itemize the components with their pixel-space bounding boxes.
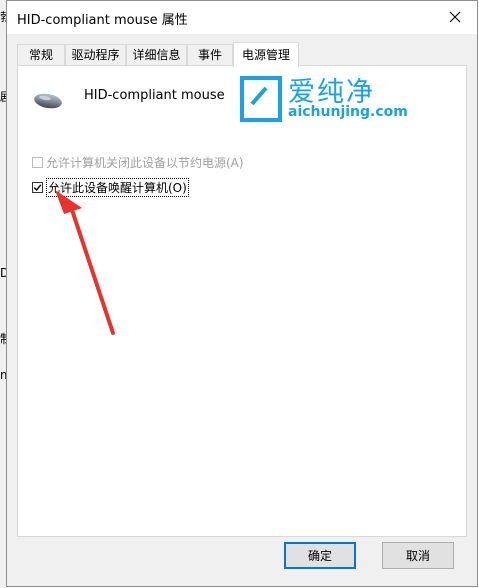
title-bar[interactable]: HID-compliant mouse 属性 xyxy=(7,1,477,34)
watermark: 爱纯净 aichunjing.com xyxy=(230,68,410,128)
watermark-logo-icon xyxy=(240,76,282,122)
tab-details[interactable]: 详细信息 xyxy=(126,44,187,66)
option-allow-power-off: 允许计算机关闭此设备以节约电源(A) xyxy=(32,154,244,171)
close-button[interactable] xyxy=(433,1,477,33)
allow-power-off-checkbox[interactable] xyxy=(32,157,43,168)
allow-power-off-label: 允许计算机关闭此设备以节约电源(A) xyxy=(46,156,244,170)
focus-outline: 允许此设备唤醒计算机(O) xyxy=(46,178,189,197)
mouse-icon xyxy=(34,93,62,109)
device-name: HID-compliant mouse xyxy=(84,88,225,103)
window-title: HID-compliant mouse 属性 xyxy=(17,13,188,28)
option-allow-wake: 允许此设备唤醒计算机(O) xyxy=(32,178,189,197)
tab-power-management[interactable]: 电源管理 xyxy=(233,42,299,67)
tab-events[interactable]: 事件 xyxy=(187,44,233,66)
allow-wake-label[interactable]: 允许此设备唤醒计算机(O) xyxy=(48,181,187,195)
tab-general[interactable]: 常规 xyxy=(17,44,65,66)
cancel-button[interactable]: 取消 xyxy=(382,542,454,569)
tab-driver[interactable]: 驱动程序 xyxy=(65,44,126,66)
close-icon xyxy=(449,11,461,23)
tab-panel-power-management: HID-compliant mouse 允许计算机关闭此设备以节约电源(A) 允… xyxy=(17,65,467,537)
ok-button[interactable]: 确定 xyxy=(284,542,356,569)
allow-wake-checkbox[interactable] xyxy=(32,182,43,193)
watermark-url: aichunjing.com xyxy=(288,104,408,120)
checkmark-icon xyxy=(33,184,42,192)
